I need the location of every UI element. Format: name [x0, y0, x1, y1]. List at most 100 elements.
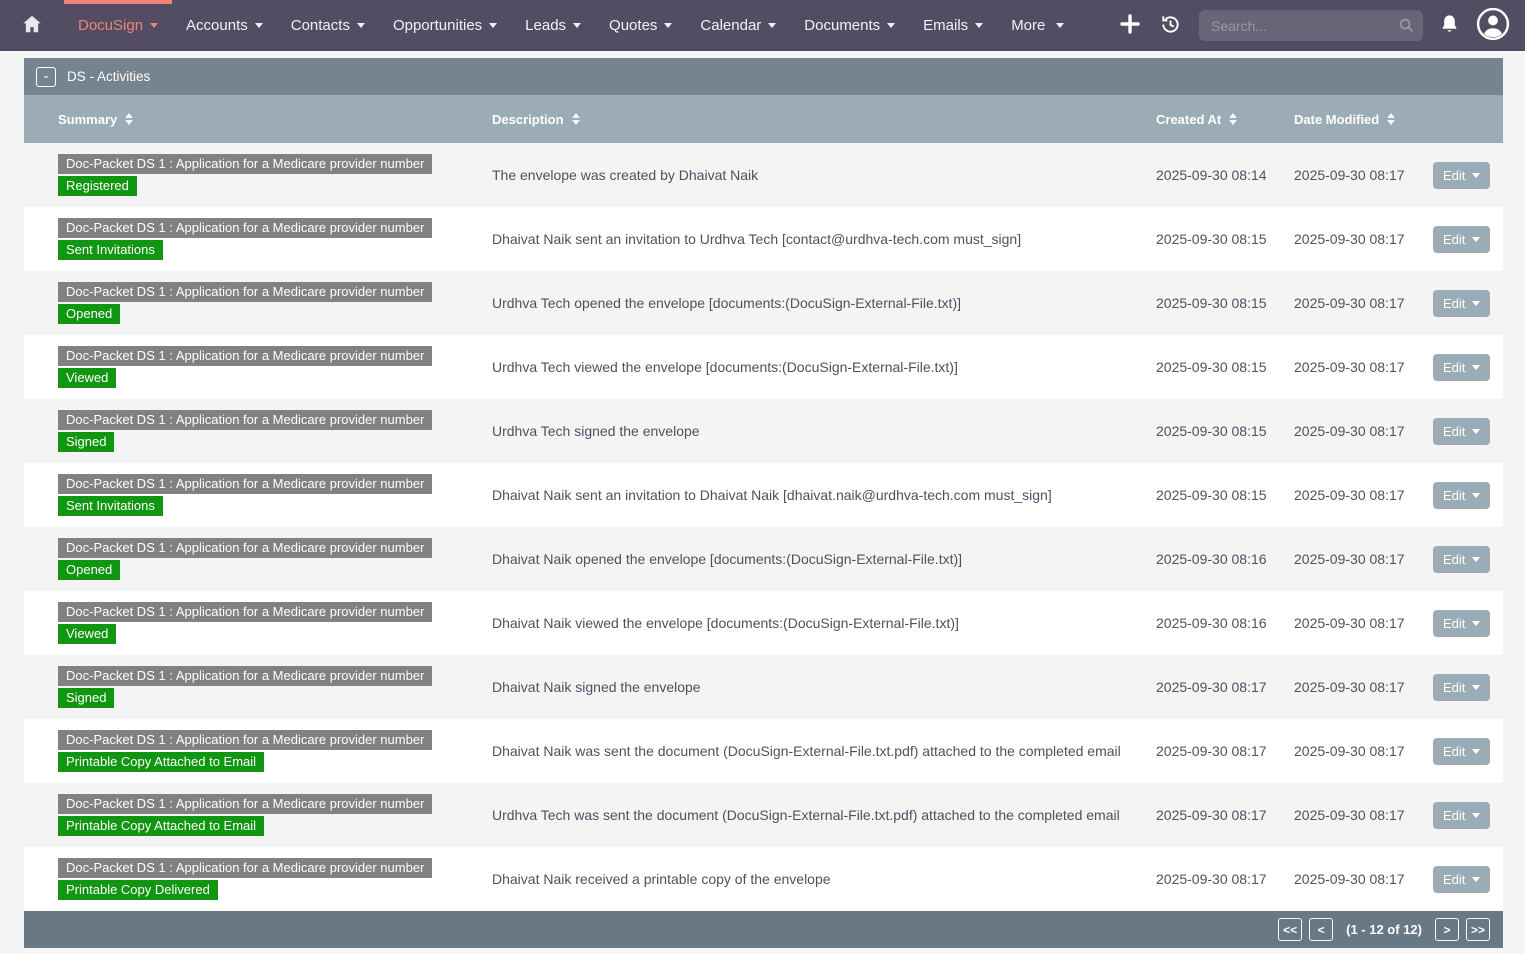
nav-item-contacts[interactable]: Contacts	[277, 0, 379, 51]
edit-button-label: Edit	[1443, 872, 1465, 887]
actions-cell: Edit	[1433, 226, 1507, 253]
edit-button-label: Edit	[1443, 616, 1465, 631]
edit-button-label: Edit	[1443, 360, 1465, 375]
edit-button[interactable]: Edit	[1433, 866, 1490, 893]
edit-button[interactable]: Edit	[1433, 610, 1490, 637]
nav-item-label: Emails	[923, 17, 968, 34]
nav-item-opportunities[interactable]: Opportunities	[379, 0, 511, 51]
nav-item-more[interactable]: More	[997, 0, 1078, 51]
created-at-cell: 2025-09-30 08:17	[1156, 807, 1294, 823]
summary-cell: Doc-Packet DS 1 : Application for a Medi…	[24, 346, 492, 388]
nav-item-quotes[interactable]: Quotes	[595, 0, 686, 51]
actions-cell: Edit	[1433, 354, 1507, 381]
edit-button-label: Edit	[1443, 808, 1465, 823]
edit-button[interactable]: Edit	[1433, 546, 1490, 573]
nav-item-label: Accounts	[186, 17, 248, 34]
date-modified-cell: 2025-09-30 08:17	[1294, 551, 1433, 567]
nav-item-calendar[interactable]: Calendar	[686, 0, 790, 51]
collapse-panel-button[interactable]: -	[36, 67, 56, 87]
status-badge: Sent Invitations	[58, 496, 163, 516]
chevron-down-icon	[573, 23, 581, 28]
sort-icon	[572, 113, 580, 125]
nav-item-docusign[interactable]: DocuSign	[64, 0, 172, 51]
pagination-prev-button[interactable]: <	[1309, 918, 1333, 941]
actions-cell: Edit	[1433, 674, 1507, 701]
status-badge: Opened	[58, 560, 120, 580]
status-badge: Signed	[58, 432, 114, 452]
summary-cell: Doc-Packet DS 1 : Application for a Medi…	[24, 794, 492, 836]
actions-cell: Edit	[1433, 610, 1507, 637]
edit-button[interactable]: Edit	[1433, 418, 1490, 445]
summary-cell: Doc-Packet DS 1 : Application for a Medi…	[24, 218, 492, 260]
edit-button-label: Edit	[1443, 232, 1465, 247]
description-cell: Urdhva Tech signed the envelope	[492, 423, 1156, 439]
chevron-down-icon	[1472, 685, 1480, 690]
nav-item-label: Opportunities	[393, 17, 482, 34]
search-icon[interactable]	[1398, 17, 1415, 39]
user-menu-button[interactable]	[1476, 7, 1510, 44]
nav-item-documents[interactable]: Documents	[790, 0, 909, 51]
edit-button[interactable]: Edit	[1433, 226, 1490, 253]
column-header-label: Summary	[58, 112, 117, 127]
column-header-description[interactable]: Description	[492, 112, 1156, 127]
table-row: Doc-Packet DS 1 : Application for a Medi…	[24, 847, 1503, 911]
edit-button[interactable]: Edit	[1433, 482, 1490, 509]
table-row: Doc-Packet DS 1 : Application for a Medi…	[24, 527, 1503, 591]
actions-cell: Edit	[1433, 290, 1507, 317]
chevron-down-icon	[1472, 877, 1480, 882]
created-at-cell: 2025-09-30 08:16	[1156, 551, 1294, 567]
nav-item-leads[interactable]: Leads	[511, 0, 595, 51]
description-cell: Dhaivat Naik received a printable copy o…	[492, 871, 1156, 887]
column-header-label: Created At	[1156, 112, 1221, 127]
edit-button-label: Edit	[1443, 680, 1465, 695]
chevron-down-icon	[768, 23, 776, 28]
description-cell: Dhaivat Naik viewed the envelope [docume…	[492, 615, 1156, 631]
pagination-next-button[interactable]: >	[1435, 918, 1459, 941]
table-row: Doc-Packet DS 1 : Application for a Medi…	[24, 719, 1503, 783]
nav-item-label: DocuSign	[78, 17, 143, 34]
nav-item-label: Documents	[804, 17, 880, 34]
nav-item-label: Leads	[525, 17, 566, 34]
global-search	[1199, 10, 1423, 41]
created-at-cell: 2025-09-30 08:17	[1156, 743, 1294, 759]
quick-create-button[interactable]	[1118, 12, 1142, 39]
chevron-down-icon	[887, 23, 895, 28]
edit-button[interactable]: Edit	[1433, 738, 1490, 765]
bell-icon	[1440, 14, 1459, 38]
chevron-down-icon	[975, 23, 983, 28]
edit-button[interactable]: Edit	[1433, 354, 1490, 381]
created-at-cell: 2025-09-30 08:15	[1156, 487, 1294, 503]
created-at-cell: 2025-09-30 08:15	[1156, 359, 1294, 375]
chevron-down-icon	[1472, 365, 1480, 370]
top-navbar: DocuSign Accounts Contacts Opportunities…	[0, 0, 1525, 51]
column-header-summary[interactable]: Summary	[24, 112, 492, 127]
summary-cell: Doc-Packet DS 1 : Application for a Medi…	[24, 282, 492, 324]
nav-item-home[interactable]	[0, 0, 64, 51]
date-modified-cell: 2025-09-30 08:17	[1294, 615, 1433, 631]
navbar-right-actions	[1118, 0, 1525, 51]
table-row: Doc-Packet DS 1 : Application for a Medi…	[24, 463, 1503, 527]
search-input[interactable]	[1199, 10, 1423, 41]
edit-button[interactable]: Edit	[1433, 290, 1490, 317]
document-badge: Doc-Packet DS 1 : Application for a Medi…	[58, 410, 432, 430]
date-modified-cell: 2025-09-30 08:17	[1294, 359, 1433, 375]
summary-cell: Doc-Packet DS 1 : Application for a Medi…	[24, 154, 492, 196]
sort-icon	[1229, 113, 1237, 125]
notifications-button[interactable]	[1440, 14, 1459, 38]
pagination-last-button[interactable]: >>	[1466, 918, 1490, 941]
column-header-date-modified[interactable]: Date Modified	[1294, 112, 1433, 127]
edit-button[interactable]: Edit	[1433, 674, 1490, 701]
summary-cell: Doc-Packet DS 1 : Application for a Medi…	[24, 410, 492, 452]
document-badge: Doc-Packet DS 1 : Application for a Medi…	[58, 858, 432, 878]
table-row: Doc-Packet DS 1 : Application for a Medi…	[24, 655, 1503, 719]
description-cell: Dhaivat Naik opened the envelope [docume…	[492, 551, 1156, 567]
pagination-first-button[interactable]: <<	[1278, 918, 1302, 941]
recently-viewed-button[interactable]	[1159, 13, 1182, 39]
edit-button[interactable]: Edit	[1433, 162, 1490, 189]
nav-item-emails[interactable]: Emails	[909, 0, 997, 51]
nav-item-accounts[interactable]: Accounts	[172, 0, 277, 51]
column-header-created-at[interactable]: Created At	[1156, 112, 1294, 127]
edit-button[interactable]: Edit	[1433, 802, 1490, 829]
table-row: Doc-Packet DS 1 : Application for a Medi…	[24, 143, 1503, 207]
status-badge: Printable Copy Attached to Email	[58, 752, 264, 772]
